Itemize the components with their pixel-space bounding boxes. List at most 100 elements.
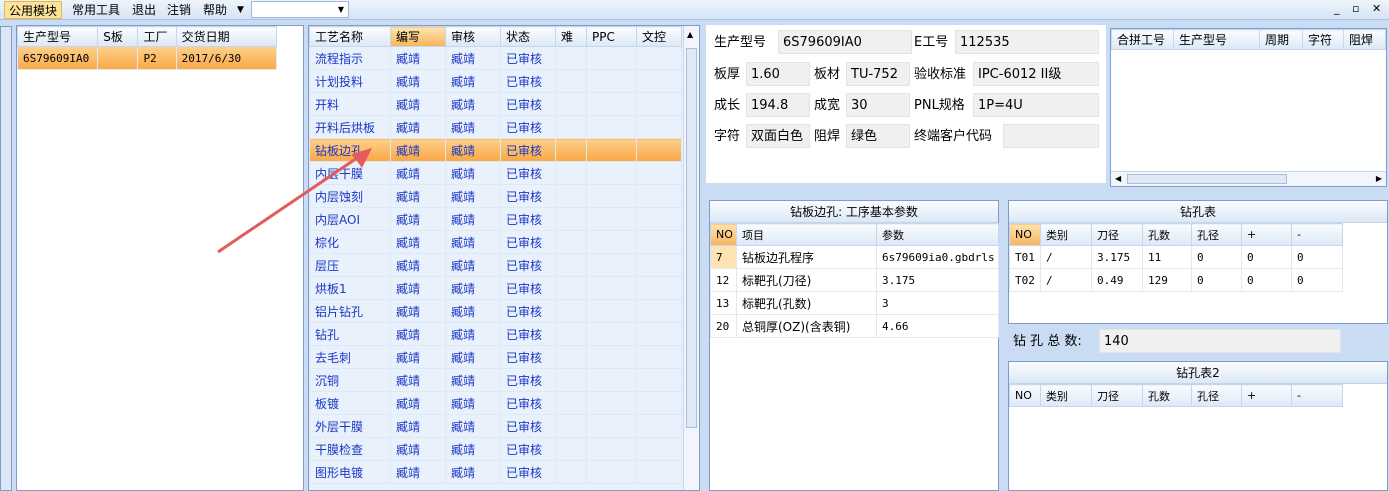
minimize-icon[interactable]: _	[1334, 2, 1340, 16]
doc-control-cell	[636, 391, 682, 415]
col-drill-count[interactable]: 孔数	[1142, 223, 1192, 246]
ppc-cell	[586, 437, 637, 461]
col-param-value[interactable]: 参数	[876, 223, 999, 246]
col-param-no[interactable]: NO	[710, 223, 737, 246]
process-name-cell: 铝片钻孔	[309, 299, 391, 323]
table-row[interactable]: 开料 臧靖 臧靖 已审核	[309, 92, 682, 116]
col-combine-no[interactable]: 合拼工号	[1111, 29, 1174, 50]
col-drill-tool[interactable]: 刀径	[1091, 223, 1143, 246]
info-char-value: 双面白色	[746, 124, 810, 148]
drill-title: 钻孔表	[1009, 201, 1387, 223]
process-name-cell: 钻孔	[309, 322, 391, 346]
drill-no-cell: T01	[1009, 245, 1041, 269]
params-title: 钻板边孔: 工序基本参数	[710, 201, 998, 223]
menu-overflow-icon[interactable]: ▼	[233, 1, 248, 19]
table-row[interactable]: T02/0.49 129 0 0 0	[1009, 268, 1343, 292]
col-author[interactable]: 编写	[390, 26, 446, 47]
table-row[interactable]: 去毛刺 臧靖 臧靖 已审核	[309, 345, 682, 369]
col-drill-type[interactable]: 类别	[1040, 223, 1092, 246]
col-delivery-date[interactable]: 交货日期	[175, 26, 278, 47]
col-combine-period[interactable]: 周期	[1259, 29, 1304, 50]
table-row[interactable]: 钻孔 臧靖 臧靖 已审核	[309, 322, 682, 346]
menu-exit[interactable]: 退出	[128, 1, 160, 19]
orders-table: 生产型号 S板 工厂 交货日期 6S79609IA0 P2 2017/6/30	[16, 26, 278, 70]
process-name-cell: 烘板1	[309, 276, 391, 300]
table-row[interactable]: 7 钻板边孔程序 6s79609ia0.gbdrls	[710, 245, 999, 269]
table-row[interactable]: 开料后烘板 臧靖 臧靖 已审核	[309, 115, 682, 139]
param-value-cell: 3	[876, 291, 999, 315]
table-row[interactable]: 20 总铜厚(OZ)(含表铜) 4.66	[710, 314, 999, 338]
restore-icon[interactable]: ▫	[1352, 2, 1359, 16]
doc-control-cell	[636, 345, 682, 369]
menu-logout[interactable]: 注销	[163, 1, 195, 19]
doc-control-cell	[636, 460, 682, 484]
table-row[interactable]: 6S79609IA0 P2 2017/6/30	[16, 46, 278, 70]
table-row[interactable]: 沉铜 臧靖 臧靖 已审核	[309, 368, 682, 392]
table-row[interactable]: 12 标靶孔(刀径) 3.175	[710, 268, 999, 292]
table-row[interactable]: 干膜检查 臧靖 臧靖 已审核	[309, 437, 682, 461]
info-width-value: 30	[846, 93, 910, 117]
info-panel: 生产型号 6S79609IA0 E工号 112535 板厚 1.60 板材 TU…	[706, 25, 1106, 183]
col-drill-plus[interactable]: +	[1241, 223, 1292, 246]
col-combine-model[interactable]: 生产型号	[1172, 29, 1261, 50]
table-row[interactable]: 烘板1 臧靖 臧靖 已审核	[309, 276, 682, 300]
col-doc-control[interactable]: 文控	[636, 26, 682, 47]
col-drill-minus[interactable]: -	[1291, 223, 1343, 246]
col-drill2-minus[interactable]: -	[1291, 384, 1343, 407]
col-combine-char[interactable]: 字符	[1302, 29, 1344, 50]
menu-help[interactable]: 帮助	[199, 1, 231, 19]
arrow-annotation	[217, 148, 372, 254]
col-process-name[interactable]: 工艺名称	[309, 26, 391, 47]
table-row[interactable]: 图形电镀 臧靖 臧靖 已审核	[309, 460, 682, 484]
info-customer-value[interactable]	[1003, 124, 1099, 148]
col-drill2-plus[interactable]: +	[1241, 384, 1292, 407]
info-eno-label: E工号	[914, 35, 949, 50]
process-scrollbar[interactable]: ▲	[683, 26, 699, 490]
menu-common-tools[interactable]: 常用工具	[68, 1, 124, 19]
col-drill2-no[interactable]: NO	[1009, 384, 1041, 407]
order-s-board	[97, 46, 139, 70]
col-drill-no[interactable]: NO	[1009, 223, 1041, 246]
status-cell: 已审核	[500, 46, 556, 70]
table-row[interactable]: 铝片钻孔 臧靖 臧靖 已审核	[309, 299, 682, 323]
col-difficulty[interactable]: 难	[555, 26, 587, 47]
col-status[interactable]: 状态	[500, 26, 556, 47]
scroll-up-icon[interactable]: ▲	[687, 30, 693, 39]
module-combo[interactable]: ▼	[251, 1, 349, 18]
author-cell: 臧靖	[390, 276, 446, 300]
param-item-cell: 总铜厚(OZ)(含表铜)	[736, 314, 877, 338]
col-factory[interactable]: 工厂	[137, 26, 177, 47]
col-drill2-type[interactable]: 类别	[1040, 384, 1092, 407]
reviewer-cell: 臧靖	[445, 299, 501, 323]
table-row[interactable]: 计划投料 臧靖 臧靖 已审核	[309, 69, 682, 93]
table-row[interactable]: 流程指示 臧靖 臧靖 已审核	[309, 46, 682, 70]
table-row[interactable]: 13 标靶孔(孔数) 3	[710, 291, 999, 315]
table-row[interactable]: T01/3.175 11 0 0 0	[1009, 245, 1343, 269]
combine-hscrollbar[interactable]: ◀ ▶	[1111, 171, 1386, 186]
col-drill2-count[interactable]: 孔数	[1142, 384, 1192, 407]
close-icon[interactable]: ✕	[1372, 2, 1381, 16]
col-model[interactable]: 生产型号	[16, 26, 99, 47]
reviewer-cell: 臧靖	[445, 230, 501, 254]
scroll-left-icon[interactable]: ◀	[1115, 174, 1121, 183]
menu-public-module[interactable]: 公用模块	[4, 1, 63, 19]
col-param-item[interactable]: 项目	[736, 223, 877, 246]
collapsed-side-strip[interactable]	[0, 26, 12, 491]
scroll-right-icon[interactable]: ▶	[1376, 174, 1382, 183]
col-combine-mask[interactable]: 阻焊	[1342, 29, 1387, 50]
col-ppc[interactable]: PPC	[586, 26, 637, 47]
status-cell: 已审核	[500, 184, 556, 208]
col-drill-diameter[interactable]: 孔径	[1191, 223, 1242, 246]
table-row[interactable]: 板镀 臧靖 臧靖 已审核	[309, 391, 682, 415]
col-s-board[interactable]: S板	[97, 26, 139, 47]
table-row[interactable]: 外层干膜 臧靖 臧靖 已审核	[309, 414, 682, 438]
scroll-thumb[interactable]	[1127, 174, 1287, 184]
param-value-cell: 6s79609ia0.gbdrls	[876, 245, 999, 269]
author-cell: 臧靖	[390, 184, 446, 208]
ppc-cell	[586, 207, 637, 231]
col-drill2-tool[interactable]: 刀径	[1091, 384, 1143, 407]
col-reviewer[interactable]: 审核	[445, 26, 501, 47]
scroll-thumb[interactable]	[686, 48, 697, 428]
col-drill2-diameter[interactable]: 孔径	[1191, 384, 1242, 407]
reviewer-cell: 臧靖	[445, 115, 501, 139]
